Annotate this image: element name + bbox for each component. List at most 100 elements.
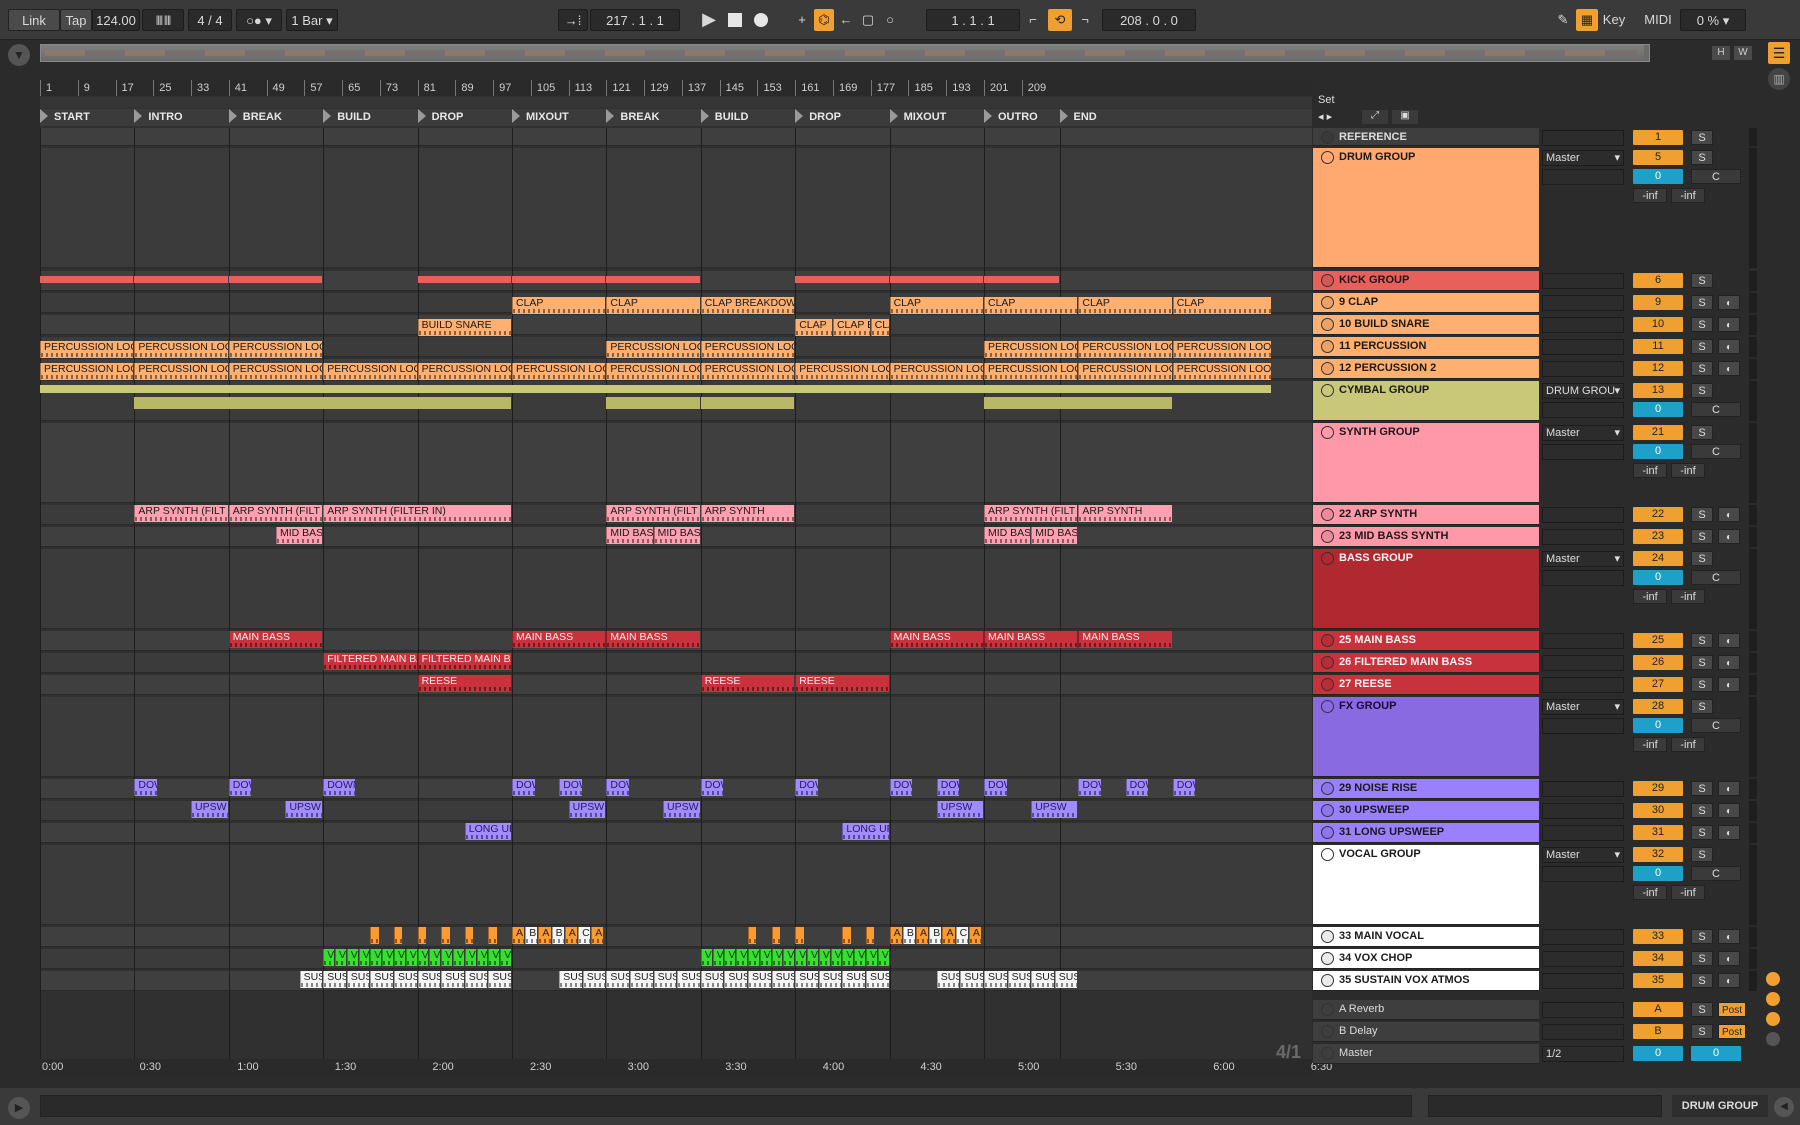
solo-button[interactable]: S xyxy=(1691,781,1713,796)
volume-field[interactable]: 0 xyxy=(1633,444,1683,459)
sustain-vox-clip[interactable]: SUS xyxy=(984,971,1007,988)
percussion-loop-2-clip[interactable]: PERCUSSION LOOP 2 xyxy=(984,363,1078,380)
vox-chop-clip[interactable]: V xyxy=(877,949,889,966)
record-arm-icon[interactable]: ◐ xyxy=(1718,825,1740,840)
main-bass-clip[interactable]: MAIN BASS xyxy=(984,631,1078,648)
track-number[interactable]: 31 xyxy=(1633,825,1683,840)
group-clip-summary[interactable] xyxy=(134,276,228,283)
output-routing[interactable] xyxy=(1542,929,1624,945)
loop-brace-area[interactable] xyxy=(40,97,1312,108)
sustain-vox-clip[interactable]: SUS xyxy=(464,971,488,988)
track-activator-icon[interactable] xyxy=(1321,1047,1334,1060)
track-header[interactable]: REFERENCE xyxy=(1313,128,1539,146)
main-vocal-clip[interactable] xyxy=(771,927,781,944)
lock-icon[interactable]: ▣ xyxy=(1392,110,1418,124)
output-routing[interactable] xyxy=(1542,317,1624,333)
solo-button[interactable]: S xyxy=(1691,317,1713,332)
percussion-loop-clip[interactable]: PERCUSSION LOOP xyxy=(228,341,323,358)
vox-chop-clip[interactable]: V xyxy=(748,949,759,966)
arp-synth-clip[interactable]: ARP SYNTH (FILT xyxy=(984,505,1078,522)
filtered-main-bass-clip[interactable]: FILTERED MAIN BASS xyxy=(323,653,417,670)
track-header[interactable]: 10 BUILD SNARE xyxy=(1313,315,1539,335)
track-number[interactable]: 24 xyxy=(1633,551,1683,566)
track-number[interactable]: 34 xyxy=(1633,951,1683,966)
main-vocal-clip[interactable]: B xyxy=(929,927,942,944)
vox-chop-clip[interactable]: V xyxy=(405,949,417,966)
main-bass-clip[interactable]: MAIN BASS xyxy=(606,631,700,648)
track-activator-icon[interactable] xyxy=(1321,678,1334,691)
noise-rise-clip[interactable]: DOWN xyxy=(134,779,157,796)
track-number[interactable]: 5 xyxy=(1633,150,1683,165)
record-indicator-icon[interactable] xyxy=(1766,992,1780,1006)
sustain-vox-clip[interactable]: SUS xyxy=(700,971,724,988)
output-routing[interactable]: Master ▾ xyxy=(1542,551,1624,567)
group-clip-summary[interactable] xyxy=(984,276,1059,283)
solo-button[interactable]: S xyxy=(1691,677,1713,692)
solo-button[interactable]: S xyxy=(1691,130,1713,145)
track-lane[interactable] xyxy=(40,949,1312,969)
solo-button[interactable]: S xyxy=(1691,929,1713,944)
noise-rise-clip[interactable]: DOWN xyxy=(936,779,960,796)
sustain-vox-clip[interactable]: SUS xyxy=(441,971,464,988)
overview-toggle-icon[interactable]: ▼ xyxy=(8,44,30,66)
session-record-icon[interactable]: ○ xyxy=(880,9,900,31)
vox-chop-clip[interactable]: V xyxy=(842,949,854,966)
track-header[interactable]: KICK GROUP xyxy=(1313,271,1539,291)
main-vocal-clip[interactable]: A xyxy=(591,927,604,944)
main-vocal-clip[interactable] xyxy=(394,927,403,944)
upsweep-clip[interactable]: UPSW xyxy=(191,801,228,818)
track-number[interactable]: 13 xyxy=(1633,383,1683,398)
output-routing[interactable]: Master ▾ xyxy=(1542,425,1624,441)
pan-field[interactable]: C xyxy=(1691,570,1741,585)
noise-rise-clip[interactable]: DOWN xyxy=(889,779,913,796)
track-activator-icon[interactable] xyxy=(1321,782,1334,795)
main-vocal-clip[interactable]: A xyxy=(538,927,551,944)
percussion-loop-clip[interactable]: PERCUSSION LOOP xyxy=(1078,341,1172,358)
solo-button[interactable]: S xyxy=(1691,361,1713,376)
vox-chop-clip[interactable]: V xyxy=(417,949,429,966)
percussion-loop-2-clip[interactable]: PERCUSSION LOOP 2 xyxy=(889,363,983,380)
vox-chop-clip[interactable]: V xyxy=(394,949,405,966)
solo-button[interactable]: S xyxy=(1691,295,1713,310)
main-vocal-clip[interactable]: B xyxy=(902,927,916,944)
output-routing[interactable] xyxy=(1542,803,1624,819)
sustain-vox-clip[interactable]: SUS xyxy=(488,971,511,988)
track-activator-icon[interactable] xyxy=(1321,274,1334,287)
info-view-icon[interactable]: ▶ xyxy=(8,1097,30,1119)
output-routing[interactable] xyxy=(1542,273,1624,289)
track-lane[interactable] xyxy=(40,845,1312,925)
track-number[interactable]: 22 xyxy=(1633,507,1683,522)
quantize-dropdown[interactable]: 1 Bar ▾ xyxy=(286,9,338,31)
clap-clip[interactable]: CLAP xyxy=(889,297,983,314)
arp-synth-clip[interactable]: ARP SYNTH (FILT xyxy=(134,505,228,522)
percussion-loop-clip[interactable]: PERCUSSION LOOP xyxy=(40,363,134,380)
output-routing[interactable]: DRUM GROU ▾ xyxy=(1542,383,1624,399)
solo-button[interactable]: S xyxy=(1691,1024,1713,1039)
group-clip-summary[interactable] xyxy=(40,276,134,283)
long-upsweep-clip[interactable]: LONG UPSWEEP xyxy=(842,823,889,840)
cymbal-group-summary[interactable] xyxy=(134,397,511,409)
noise-rise-clip[interactable]: DOWN xyxy=(795,779,818,796)
draw-mode-icon[interactable]: ✎ xyxy=(1552,9,1574,31)
main-vocal-clip[interactable] xyxy=(441,927,450,944)
pan-field[interactable]: C xyxy=(1691,718,1741,733)
delay-indicator-icon[interactable] xyxy=(1766,1032,1780,1046)
mid-bass-clip[interactable]: MID BASS xyxy=(1031,527,1078,544)
loop-switch-icon[interactable]: ⟲ xyxy=(1048,9,1072,31)
vox-chop-clip[interactable]: V xyxy=(441,949,452,966)
metronome-icon[interactable]: ○● ▾ xyxy=(236,9,282,31)
volume-field[interactable]: 0 xyxy=(1633,866,1683,881)
track-activator-icon[interactable] xyxy=(1321,804,1334,817)
record-arm-icon[interactable]: ◐ xyxy=(1718,973,1740,988)
record-arm-icon[interactable]: ◐ xyxy=(1718,929,1740,944)
output-routing[interactable] xyxy=(1542,529,1624,545)
track-header[interactable]: CYMBAL GROUP xyxy=(1313,381,1539,421)
key-map-button[interactable]: Key xyxy=(1600,9,1628,31)
sustain-vox-clip[interactable]: SUS xyxy=(559,971,582,988)
long-upsweep-clip[interactable]: LONG UPSWEEP xyxy=(464,823,511,840)
output-routing[interactable]: Master ▾ xyxy=(1542,150,1624,166)
arp-synth-clip[interactable]: ARP SYNTH xyxy=(700,505,795,522)
arp-synth-clip[interactable]: ARP SYNTH (FILT xyxy=(606,505,700,522)
record-arm-icon[interactable]: ◐ xyxy=(1718,781,1740,796)
sustain-vox-clip[interactable]: SUS xyxy=(960,971,983,988)
